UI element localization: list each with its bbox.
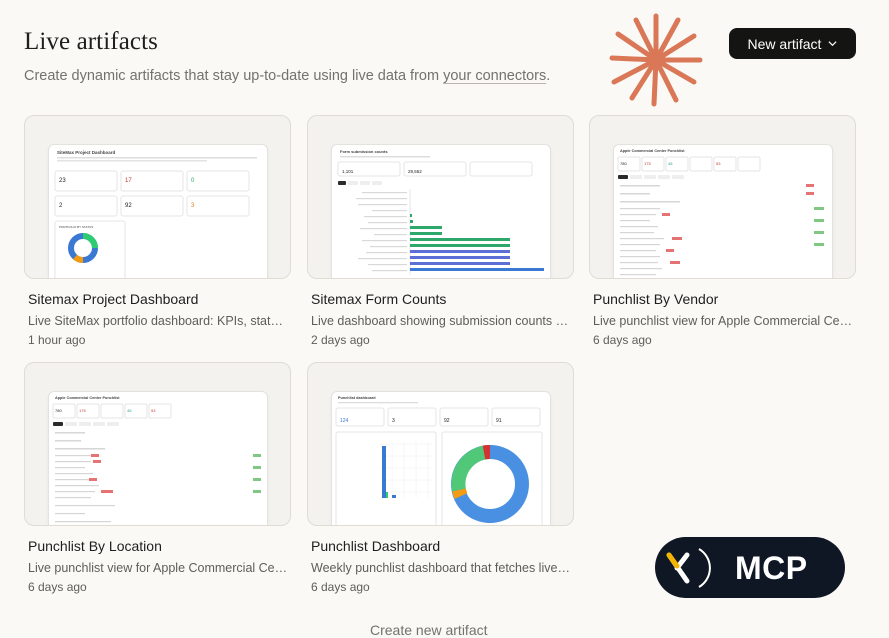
bar-chart-preview: Form submission counts 1,101 29,552 [337, 149, 544, 275]
mcp-logo-icon [666, 548, 711, 588]
artifact-timestamp: 6 days ago [593, 333, 652, 347]
punchlist-preview: Apple Commercial Center Punchlist 780 17… [617, 149, 824, 276]
artifact-thumbnail[interactable]: Apple Commercial Center Punchlist 780 17… [589, 115, 856, 279]
new-artifact-label: New artifact [747, 35, 822, 52]
preview-title: Apple Commercial Center Punchlist [620, 149, 685, 153]
artifact-card[interactable]: Form submission counts 1,101 29,552 Site… [307, 115, 574, 347]
connectors-link[interactable]: your connectors [443, 68, 546, 84]
mcp-badge: MCP [655, 537, 845, 598]
punchlist-preview: Apple Commercial Center Punchlist 780 17… [52, 396, 261, 523]
kpi-value: 92 [125, 203, 132, 209]
kpi-value: 175 [79, 408, 86, 413]
artifact-card[interactable]: Punchlist dashboard 124 3 92 91 Punchlis… [307, 362, 574, 594]
kpi-value: 17 [125, 178, 132, 184]
kpi-value: 780 [55, 408, 62, 413]
kpi-value: 91 [496, 418, 502, 424]
sparkle-icon [609, 13, 703, 107]
preview-title: SiteMax Project Dashboard [57, 150, 116, 155]
preview-title: Apple Commercial Center Punchlist [55, 396, 120, 400]
artifact-description: Live punchlist view for Apple Commercial… [593, 314, 853, 328]
kpi-value: 1,101 [342, 169, 354, 174]
dashboard-preview: Punchlist dashboard 124 3 92 91 [335, 396, 543, 525]
page-title: Live artifacts [24, 28, 158, 55]
new-artifact-button[interactable]: New artifact [729, 28, 856, 59]
artifact-description: Live SiteMax portfolio dashboard: KPIs, … [28, 314, 288, 328]
artifact-title[interactable]: Sitemax Form Counts [311, 291, 574, 307]
artifact-timestamp: 1 hour ago [28, 333, 86, 347]
dashboard-preview: SiteMax Project Dashboard 23 17 0 2 92 3… [54, 150, 257, 278]
preview-title: Punchlist dashboard [338, 396, 376, 400]
kpi-value: 175 [644, 161, 651, 166]
artifact-description: Live dashboard showing submission counts… [311, 314, 571, 328]
kpi-value: 45 [127, 408, 132, 413]
artifact-card[interactable]: Apple Commercial Center Punchlist 780 17… [589, 115, 856, 347]
page-subtitle: Create dynamic artifacts that stay up-to… [24, 68, 550, 84]
create-artifact-link[interactable]: Create new artifact [370, 622, 488, 638]
artifact-description: Weekly punchlist dashboard that fetches … [311, 561, 571, 575]
artifact-title[interactable]: Punchlist Dashboard [311, 538, 574, 554]
artifact-thumbnail[interactable]: SiteMax Project Dashboard 23 17 0 2 92 3… [24, 115, 291, 279]
subtitle-period: . [546, 68, 551, 84]
artifact-card[interactable]: Apple Commercial Center Punchlist 780 17… [24, 362, 291, 594]
mcp-label: MCP [735, 550, 808, 586]
artifact-card[interactable]: SiteMax Project Dashboard 23 17 0 2 92 3… [24, 115, 291, 347]
artifact-title[interactable]: Punchlist By Vendor [593, 291, 856, 307]
artifact-title[interactable]: Punchlist By Location [28, 538, 291, 554]
artifact-timestamp: 6 days ago [311, 580, 370, 594]
subtitle-text: Create dynamic artifacts that stay up-to… [24, 68, 444, 84]
artifact-thumbnail[interactable]: Apple Commercial Center Punchlist 780 17… [24, 362, 291, 526]
artifact-title[interactable]: Sitemax Project Dashboard [28, 291, 291, 307]
artifact-timestamp: 2 days ago [311, 333, 370, 347]
kpi-value: 780 [620, 161, 627, 166]
portfolio-label: PORTFOLIO BY STATUS [59, 225, 93, 229]
artifact-description: Live punchlist view for Apple Commercial… [28, 561, 288, 575]
chevron-down-icon [828, 41, 837, 47]
artifact-thumbnail[interactable]: Punchlist dashboard 124 3 92 91 [307, 362, 574, 526]
preview-title: Form submission counts [340, 149, 388, 154]
artifact-thumbnail[interactable]: Form submission counts 1,101 29,552 [307, 115, 574, 279]
artifact-timestamp: 6 days ago [28, 580, 87, 594]
kpi-value: 53 [151, 408, 156, 413]
kpi-value: 45 [668, 161, 673, 166]
kpi-value: 124 [340, 418, 349, 424]
kpi-value: 53 [716, 161, 721, 166]
kpi-value: 3 [392, 418, 395, 424]
kpi-value: 92 [444, 418, 450, 424]
kpi-value: 29,552 [408, 169, 422, 174]
kpi-value: 23 [59, 178, 66, 184]
